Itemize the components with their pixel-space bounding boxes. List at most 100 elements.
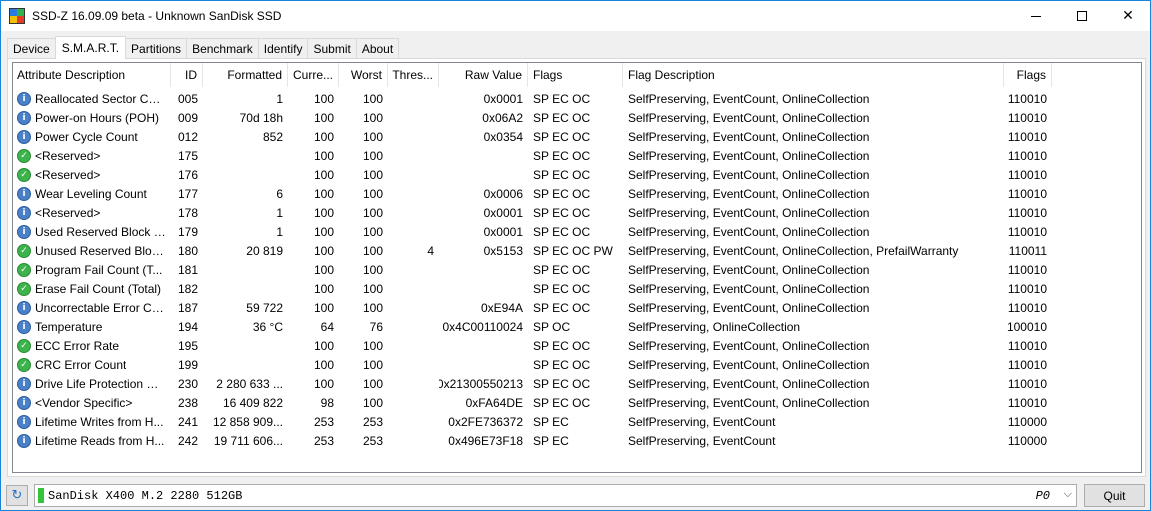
attribute-description: Temperature — [35, 319, 103, 334]
minimize-button[interactable] — [1013, 1, 1059, 31]
table-row[interactable]: ✓ <Reserved> 176 100 100 SP EC OC SelfPreservi… — [13, 165, 1141, 184]
cell-worst: 100 — [362, 262, 383, 277]
table-row[interactable]: i <Reserved> 178 1 100 100 0x0001 SP EC OC SelfP… — [13, 203, 1141, 222]
table-row[interactable]: ✓ Program Fail Count (T... 181 100 100 SP EC … — [13, 260, 1141, 279]
table-row[interactable]: i Power Cycle Count 012 852 100 100 0x0354 SP E… — [13, 127, 1141, 146]
refresh-button[interactable]: ↻ — [6, 485, 28, 506]
table-row[interactable]: i Reallocated Sector Cou... 005 1 100 100 0x00… — [13, 89, 1141, 108]
cell-current: 100 — [313, 129, 334, 144]
column-header-flags[interactable]: Flags — [528, 63, 623, 87]
cell-flag-description: SelfPreserving, OnlineCollection — [628, 319, 801, 334]
cell-flag-description: SelfPreserving, EventCount, OnlineCollec… — [628, 205, 870, 220]
cell-threshold — [388, 165, 439, 184]
attribute-description: Unused Reserved Block... — [35, 243, 166, 258]
cell-worst: 100 — [362, 167, 383, 182]
cell-flags-bits: 110010 — [1007, 186, 1047, 201]
table-row[interactable]: ✓ CRC Error Count 199 100 100 SP EC OC SelfPre… — [13, 355, 1141, 374]
table-row[interactable]: i Temperature 194 36 °C 64 76 0x4C00110024 SP O… — [13, 317, 1141, 336]
cell-id: 180 — [177, 243, 198, 258]
cell-formatted — [203, 336, 288, 355]
smart-attribute-list[interactable]: Attribute Description ID Formatted Curre...… — [12, 62, 1142, 473]
attribute-description: Erase Fail Count (Total) — [35, 281, 162, 296]
tab-about[interactable]: About — [355, 38, 400, 59]
column-header-filler — [1052, 63, 1141, 87]
close-button[interactable]: ✕ — [1105, 1, 1151, 31]
info-icon: i — [17, 186, 31, 201]
info-icon: i — [17, 205, 31, 220]
cell-flags-bits: 110010 — [1007, 110, 1047, 125]
chevron-down-icon[interactable]: ⌵ — [1064, 487, 1072, 501]
cell-threshold — [388, 355, 439, 374]
maximize-button[interactable] — [1059, 1, 1105, 31]
cell-raw-value: 0x496E73F18 — [448, 433, 523, 448]
table-row[interactable]: i Used Reserved Block C... 179 1 100 100 0x000… — [13, 222, 1141, 241]
cell-id: 181 — [177, 262, 198, 277]
drive-selector[interactable]: SanDisk X400 M.2 2280 512GB P0 ⌵ — [34, 484, 1077, 507]
table-row[interactable]: i Uncorrectable Error Co... 187 59 722 100 10… — [13, 298, 1141, 317]
cell-current: 100 — [313, 148, 334, 163]
tab-s-m-a-r-t[interactable]: S.M.A.R.T. — [54, 36, 127, 59]
quit-button[interactable]: Quit — [1084, 484, 1145, 507]
cell-formatted — [203, 279, 288, 298]
drive-status-led — [38, 488, 44, 503]
cell-attribute-description: i Drive Life Protection St... — [13, 374, 171, 393]
table-row[interactable]: i Wear Leveling Count 177 6 100 100 0x0006 SP E… — [13, 184, 1141, 203]
cell-worst: 100 — [362, 395, 383, 410]
attribute-description: <Reserved> — [35, 167, 101, 182]
column-header-threshold[interactable]: Thres... — [388, 63, 439, 87]
table-row[interactable]: ✓ Unused Reserved Block... 180 20 819 100 100… — [13, 241, 1141, 260]
cell-id: 012 — [177, 129, 198, 144]
table-row[interactable]: i Power-on Hours (POH) 009 70d 18h 100 100 0x0… — [13, 108, 1141, 127]
cell-threshold — [388, 146, 439, 165]
cell-flags: SP EC OC — [533, 148, 591, 163]
column-header-id[interactable]: ID — [171, 63, 203, 87]
column-header-attribute-description[interactable]: Attribute Description — [13, 63, 171, 87]
column-header-worst[interactable]: Worst — [339, 63, 388, 87]
title-bar[interactable]: SSD-Z 16.09.09 beta - Unknown SanDisk SS… — [1, 1, 1150, 31]
table-row[interactable]: i Lifetime Writes from H... 241 12 858 909.… — [13, 412, 1141, 431]
cell-id: 177 — [177, 186, 198, 201]
cell-current: 100 — [313, 338, 334, 353]
tab-device[interactable]: Device — [7, 38, 56, 59]
tab-benchmark[interactable]: Benchmark — [186, 38, 259, 59]
column-header-current[interactable]: Curre... — [288, 63, 339, 87]
tab-submit[interactable]: Submit — [307, 38, 357, 59]
attribute-description: Wear Leveling Count — [35, 186, 147, 201]
table-row[interactable]: i Lifetime Reads from H... 242 19 711 606..… — [13, 431, 1141, 450]
cell-flag-description: SelfPreserving, EventCount, OnlineCollec… — [628, 224, 870, 239]
cell-flags-bits: 110010 — [1007, 395, 1047, 410]
info-icon: i — [17, 376, 31, 391]
column-header-flag-description[interactable]: Flag Description — [623, 63, 1004, 87]
table-row[interactable]: ✓ <Reserved> 175 100 100 SP EC OC SelfPreservi… — [13, 146, 1141, 165]
cell-formatted — [203, 146, 288, 165]
cell-attribute-description: ✓ Erase Fail Count (Total) — [13, 279, 171, 298]
cell-raw-value: 0x0001 — [483, 205, 523, 220]
column-header-flags-bits[interactable]: Flags — [1004, 63, 1052, 87]
cell-raw-value: 0x0354 — [483, 129, 523, 144]
table-row[interactable]: ✓ ECC Error Rate 195 100 100 SP EC OC SelfPres… — [13, 336, 1141, 355]
cell-formatted: 59 722 — [246, 300, 283, 315]
cell-formatted: 36 °C — [252, 319, 283, 334]
tab-strip: Device S.M.A.R.T. Partitions Benchmark Ident… — [7, 36, 400, 59]
info-icon: i — [17, 224, 31, 239]
cell-flag-description: SelfPreserving, EventCount, OnlineCollec… — [628, 395, 870, 410]
ok-icon: ✓ — [17, 338, 31, 353]
cell-flags-bits: 110010 — [1007, 129, 1047, 144]
cell-flags: SP EC — [533, 414, 569, 429]
tab-identify[interactable]: Identify — [257, 38, 309, 59]
cell-flags-bits: 110010 — [1007, 338, 1047, 353]
column-header-formatted[interactable]: Formatted — [203, 63, 288, 87]
attribute-description: Used Reserved Block C... — [35, 224, 166, 239]
table-row[interactable]: i <Vendor Specific> 238 16 409 822 98 100 0xFA… — [13, 393, 1141, 412]
table-row[interactable]: i Drive Life Protection St... 230 2 280 633… — [13, 374, 1141, 393]
cell-flags: SP EC OC — [533, 110, 591, 125]
table-row[interactable]: ✓ Erase Fail Count (Total) 182 100 100 SP EC … — [13, 279, 1141, 298]
column-header-raw-value[interactable]: Raw Value — [439, 63, 528, 87]
tab-partitions[interactable]: Partitions — [125, 38, 188, 59]
cell-formatted: 1 — [276, 205, 283, 220]
info-icon: i — [17, 319, 31, 334]
cell-id: 179 — [177, 224, 198, 239]
info-icon: i — [17, 433, 31, 448]
cell-flags: SP EC OC — [533, 262, 591, 277]
cell-formatted — [203, 165, 288, 184]
